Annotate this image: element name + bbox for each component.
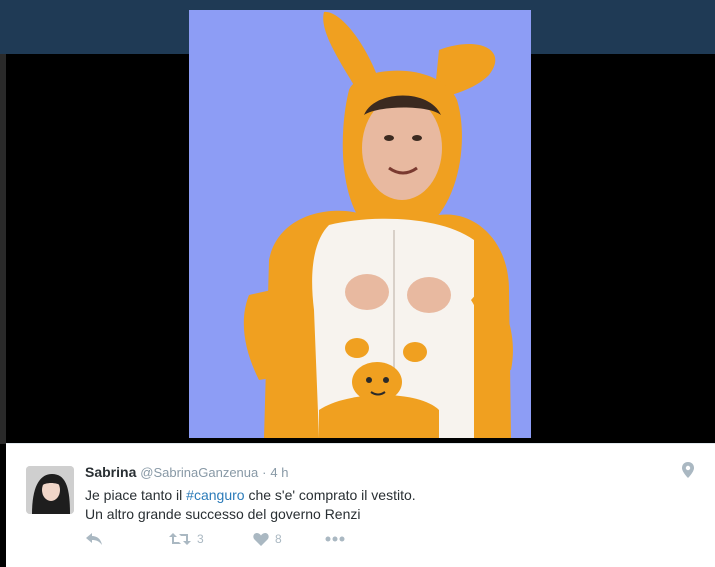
- tweet-photo[interactable]: [189, 10, 531, 438]
- more-icon: [325, 536, 345, 542]
- more-button[interactable]: [325, 530, 345, 548]
- tweet-text: Je piace tanto il #canguro che s'e' comp…: [85, 486, 665, 524]
- header-separator: ·: [262, 465, 267, 480]
- kangaroo-costume-illustration: [189, 10, 531, 438]
- retweet-button[interactable]: 3: [169, 530, 204, 548]
- author-handle[interactable]: @SabrinaGanzenua: [140, 465, 258, 480]
- location-pin-icon[interactable]: [681, 462, 695, 478]
- tweet-text-prefix: Je piace tanto il: [85, 487, 187, 503]
- tweet-text-line-1: Je piace tanto il #canguro che s'e' comp…: [85, 486, 665, 505]
- like-count: 8: [275, 532, 282, 546]
- media-viewer: Sabrina @SabrinaGanzenua · 4 h Je piace …: [0, 0, 715, 567]
- avatar[interactable]: [26, 466, 74, 514]
- tweet-text-suffix: che s'e' comprato il vestito.: [244, 487, 416, 503]
- tweet-timestamp[interactable]: 4 h: [270, 465, 288, 480]
- avatar-image: [26, 466, 74, 514]
- author-name[interactable]: Sabrina: [85, 464, 136, 480]
- retweet-icon: [169, 533, 191, 545]
- tweet-card: Sabrina @SabrinaGanzenua · 4 h Je piace …: [6, 443, 715, 567]
- tweet-header: Sabrina @SabrinaGanzenua · 4 h: [85, 464, 288, 480]
- heart-icon: [253, 532, 269, 546]
- hashtag-link[interactable]: #canguro: [186, 487, 244, 503]
- tweet-text-line-2: Un altro grande successo del governo Ren…: [85, 506, 361, 522]
- retweet-count: 3: [197, 532, 204, 546]
- reply-button[interactable]: [85, 530, 103, 548]
- like-button[interactable]: 8: [253, 530, 282, 548]
- background-page-edge: [0, 54, 6, 444]
- tweet-actions: 3 8: [85, 530, 485, 548]
- reply-icon: [86, 533, 102, 545]
